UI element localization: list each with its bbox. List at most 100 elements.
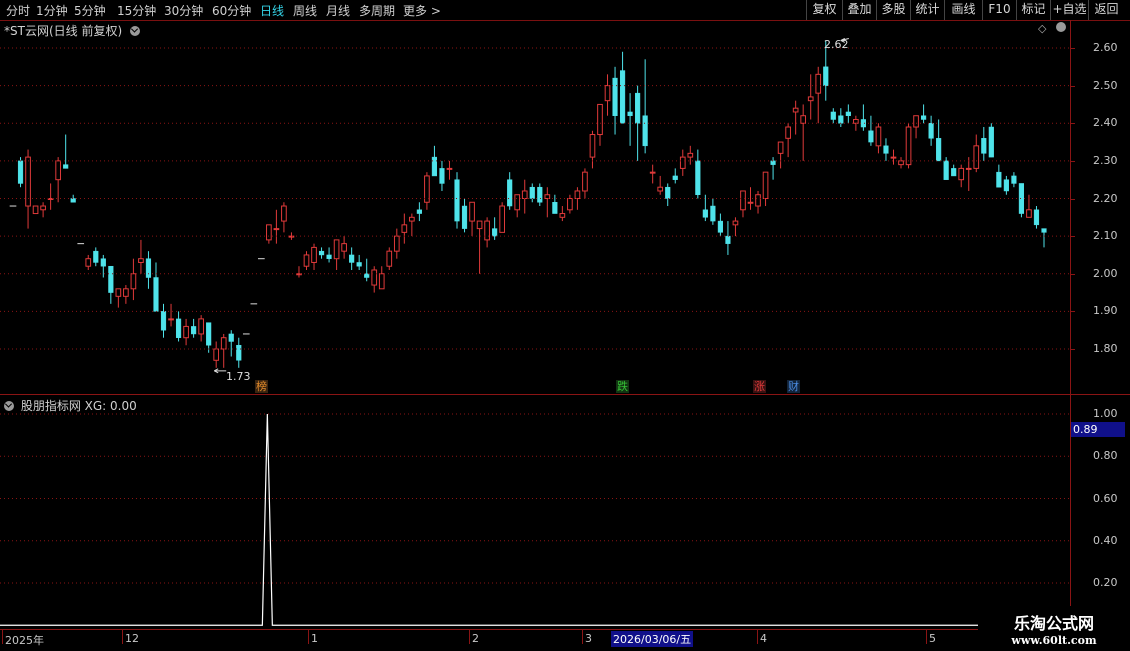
- candle[interactable]: [1003, 175, 1009, 195]
- candle[interactable]: [890, 149, 897, 165]
- candle[interactable]: [951, 164, 957, 177]
- candle[interactable]: [665, 183, 671, 207]
- candle[interactable]: [431, 145, 438, 177]
- candle[interactable]: [393, 228, 400, 259]
- candle[interactable]: [612, 66, 618, 135]
- candle[interactable]: [800, 104, 807, 161]
- statistics-button[interactable]: 统计: [910, 0, 944, 20]
- period-tab-minute[interactable]: 分时: [6, 2, 30, 19]
- candle[interactable]: [236, 337, 242, 368]
- candle[interactable]: [454, 172, 460, 229]
- candle[interactable]: [333, 239, 340, 270]
- candle[interactable]: [160, 303, 167, 338]
- candle[interactable]: [537, 183, 543, 207]
- candle[interactable]: [206, 322, 212, 353]
- candle[interactable]: [318, 247, 325, 259]
- candle[interactable]: [32, 205, 39, 215]
- candle[interactable]: [792, 100, 799, 135]
- period-tab-15min[interactable]: 15分钟: [117, 2, 156, 19]
- candle[interactable]: [1018, 183, 1025, 218]
- candle[interactable]: [25, 149, 31, 229]
- candle[interactable]: [63, 134, 69, 169]
- candle[interactable]: [649, 164, 656, 184]
- period-tab-daily[interactable]: 日线: [260, 2, 284, 19]
- candle[interactable]: [123, 285, 129, 304]
- candle[interactable]: [973, 134, 980, 173]
- candle[interactable]: [198, 315, 204, 342]
- marker-fall[interactable]: 跌: [616, 380, 629, 393]
- candle[interactable]: [627, 93, 633, 146]
- candle[interactable]: [364, 258, 370, 282]
- candle[interactable]: [762, 171, 769, 207]
- candle[interactable]: [191, 318, 197, 338]
- candle[interactable]: [439, 160, 445, 191]
- candle[interactable]: [559, 206, 566, 222]
- period-tab-monthly[interactable]: 月线: [326, 2, 350, 19]
- candle[interactable]: [597, 103, 603, 146]
- candle[interactable]: [55, 157, 61, 203]
- candle[interactable]: [424, 172, 430, 210]
- candle[interactable]: [416, 202, 422, 222]
- candle[interactable]: [604, 74, 611, 116]
- candle[interactable]: [409, 213, 415, 237]
- candle[interactable]: [100, 254, 106, 278]
- candle[interactable]: [702, 194, 708, 222]
- candle[interactable]: [544, 187, 551, 218]
- candle[interactable]: [138, 239, 144, 274]
- candle[interactable]: [838, 108, 844, 128]
- add-watchlist-button[interactable]: +自选: [1050, 0, 1088, 20]
- candle[interactable]: [386, 247, 393, 270]
- candle[interactable]: [514, 194, 521, 218]
- candle[interactable]: [657, 175, 664, 195]
- candle[interactable]: [273, 209, 280, 244]
- candle[interactable]: [777, 141, 784, 169]
- period-tab-weekly[interactable]: 周线: [293, 2, 317, 19]
- candle[interactable]: [687, 145, 694, 165]
- candle[interactable]: [507, 172, 513, 210]
- candle[interactable]: [529, 183, 535, 203]
- candle[interactable]: [958, 164, 965, 188]
- candle[interactable]: [469, 201, 475, 237]
- candle[interactable]: [988, 123, 994, 158]
- candle[interactable]: [371, 266, 378, 293]
- candle[interactable]: [145, 251, 152, 289]
- candle[interactable]: [875, 123, 882, 154]
- candle[interactable]: [175, 311, 182, 342]
- candle[interactable]: [476, 220, 483, 274]
- period-tab-multi[interactable]: 多周期: [359, 2, 395, 19]
- draw-line-button[interactable]: 画线: [944, 0, 982, 20]
- candle[interactable]: [770, 157, 776, 180]
- candle[interactable]: [582, 168, 588, 199]
- candle[interactable]: [589, 130, 596, 169]
- mark-button[interactable]: 标记: [1016, 0, 1050, 20]
- candle[interactable]: [356, 254, 362, 270]
- candle[interactable]: [108, 265, 114, 304]
- candle[interactable]: [574, 187, 581, 210]
- candle[interactable]: [349, 247, 355, 270]
- candle[interactable]: [898, 157, 904, 169]
- marker-rise[interactable]: 涨: [753, 380, 766, 393]
- candle[interactable]: [499, 202, 505, 233]
- candle[interactable]: [288, 232, 295, 240]
- candle[interactable]: [183, 318, 189, 346]
- candle[interactable]: [303, 251, 310, 270]
- candle[interactable]: [228, 330, 234, 357]
- candle[interactable]: [755, 190, 761, 214]
- candle[interactable]: [747, 187, 754, 210]
- candle[interactable]: [85, 254, 92, 270]
- candle[interactable]: [679, 149, 686, 176]
- candle[interactable]: [936, 119, 942, 162]
- candle[interactable]: [830, 108, 836, 124]
- candle[interactable]: [928, 115, 934, 146]
- candle[interactable]: [401, 213, 408, 244]
- candle[interactable]: [311, 243, 317, 270]
- marker-finance[interactable]: 财: [787, 380, 800, 393]
- restore-rights-button[interactable]: 复权: [806, 0, 842, 20]
- candle[interactable]: [860, 104, 866, 131]
- period-tab-5min[interactable]: 5分钟: [74, 2, 106, 19]
- candle[interactable]: [296, 266, 302, 278]
- candle[interactable]: [695, 149, 701, 199]
- candle[interactable]: [725, 221, 731, 255]
- candle[interactable]: [341, 236, 347, 259]
- candle[interactable]: [868, 115, 874, 146]
